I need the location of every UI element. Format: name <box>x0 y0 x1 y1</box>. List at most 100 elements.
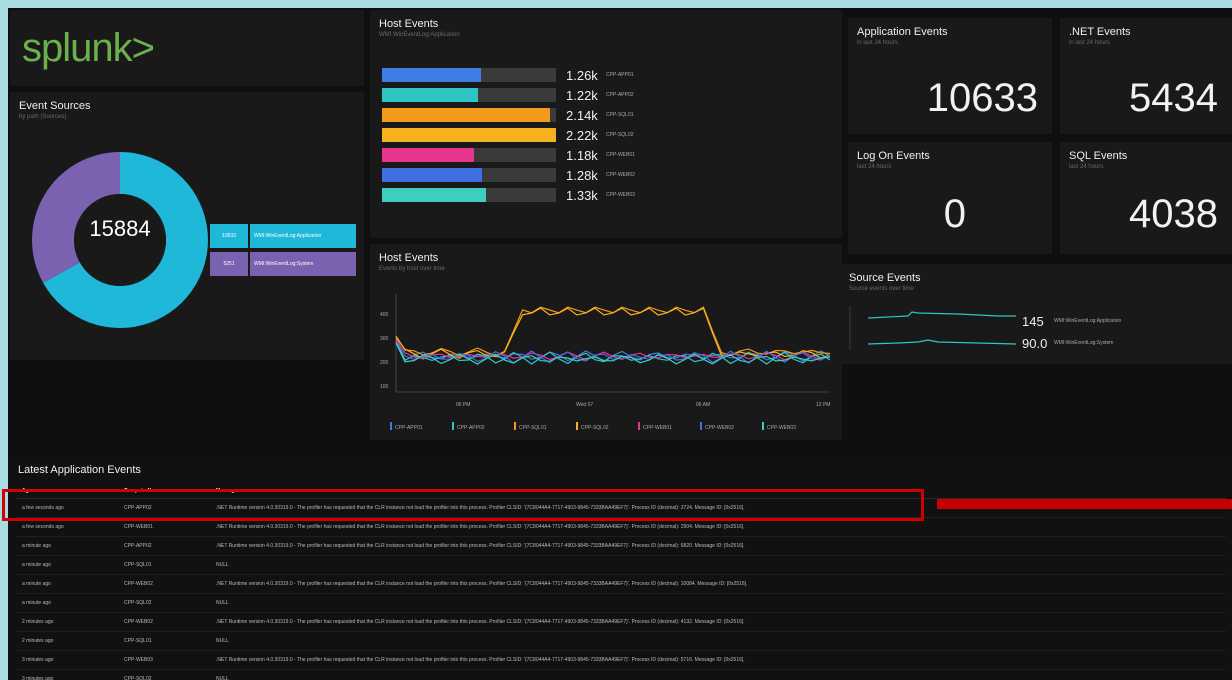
y-tick-label: 100 <box>380 384 389 390</box>
host-events-bar-panel: Host Events WMI WinEventLog:Application … <box>370 10 842 238</box>
cell-message: .NET Runtime version 4.0.30319.0 - The p… <box>210 612 1226 632</box>
legend-label[interactable]: CPP-WEB02 <box>705 425 734 431</box>
table-row[interactable]: a minute ago CPP-SQL01 NULL <box>16 555 1226 575</box>
x-tick-label: 06 PM <box>456 402 470 408</box>
host-bar <box>382 108 550 122</box>
legend-swatch <box>638 422 640 430</box>
x-tick-label: Wed 07 <box>576 402 593 408</box>
legend-swatch <box>452 422 454 430</box>
legend-swatch <box>576 422 578 430</box>
legend-label[interactable]: CPP-SQL01 <box>519 425 547 431</box>
dotnet-events-panel: .NET Events in last 24 hours 5434 <box>1060 18 1232 134</box>
host-bar-host: CPP-WEB02 <box>606 172 635 178</box>
y-tick-label: 400 <box>380 312 389 318</box>
cell-message: .NET Runtime version 4.0.30319.0 - The p… <box>210 574 1226 594</box>
source-events-title: Source Events <box>849 272 921 284</box>
sparkline-application <box>867 311 1016 319</box>
dotnet-events-count: 5434 <box>1129 76 1218 120</box>
legend-label[interactable]: CPP-WEB01 <box>643 425 672 431</box>
cell-ago: a minute ago <box>16 574 118 594</box>
host-bar <box>382 148 475 162</box>
host-bar-row[interactable]: 1.33k CPP-WEB03 <box>382 188 832 204</box>
dashboard: splunk> Event Sources by path (Sources) … <box>8 8 1232 680</box>
legend-label: WMI:WinEventLog:System <box>250 252 356 276</box>
logon-events-count: 0 <box>943 192 966 236</box>
host-bar-value: 2.22k <box>566 128 598 143</box>
source-events-value-application: 145 <box>1022 314 1044 329</box>
x-tick-label: 06 AM <box>696 402 710 408</box>
splunk-logo-panel: splunk> <box>10 10 364 86</box>
cell-ago: a minute ago <box>16 536 118 556</box>
host-bar <box>382 128 556 142</box>
host-events-subtitle: WMI WinEventLog:Application <box>379 32 460 38</box>
host-bar-host: CPP-WEB03 <box>606 192 635 198</box>
host-bar-row[interactable]: 2.14k CPP-SQL01 <box>382 108 832 124</box>
host-series-line[interactable] <box>395 306 831 357</box>
host-bar-value: 1.28k <box>566 168 598 183</box>
cell-computername: CPP-WEB02 <box>118 574 210 594</box>
table-row[interactable]: 3 minutes ago CPP-WEB03 .NET Runtime versi… <box>16 650 1226 670</box>
host-bar <box>382 68 481 82</box>
host-bar-row[interactable]: 1.28k CPP-WEB02 <box>382 168 832 184</box>
host-series-line[interactable] <box>395 340 831 364</box>
host-bar-value: 1.26k <box>566 68 598 83</box>
table-row[interactable]: 3 minutes ago CPP-SQL02 NULL <box>16 669 1226 680</box>
y-tick-label: 200 <box>380 360 389 366</box>
host-bar-track <box>382 128 556 142</box>
cell-message: .NET Runtime version 4.0.30319.0 - The p… <box>210 536 1226 556</box>
host-bar-value: 1.18k <box>566 148 598 163</box>
legend-label[interactable]: CPP-SQL02 <box>581 425 609 431</box>
legend-swatch <box>514 422 516 430</box>
cell-computername: CPP-WEB02 <box>118 612 210 632</box>
host-events-title: Host Events <box>379 18 439 30</box>
source-events-subtitle: Source events over time <box>849 286 914 292</box>
cell-computername: CPP-APP02 <box>118 536 210 556</box>
donut-legend-item-system[interactable]: 5251 WMI:WinEventLog:System <box>210 252 356 276</box>
event-sources-panel: Event Sources by path (Sources) 15884 10… <box>10 92 364 360</box>
host-bar <box>382 168 483 182</box>
highlight-arrow-line <box>937 499 1232 509</box>
donut-legend-item-application[interactable]: 10633 WMI:WinEventLog:Application <box>210 224 356 248</box>
host-bar-host: CPP-SQL02 <box>606 132 634 138</box>
host-bar-value: 2.14k <box>566 108 598 123</box>
cell-ago: 2 minutes ago <box>16 612 118 632</box>
dotnet-events-subtitle: in last 24 hours <box>1069 40 1110 46</box>
table-row[interactable]: a minute ago CPP-WEB02 .NET Runtime versio… <box>16 574 1226 594</box>
table-row[interactable]: 2 minutes ago CPP-WEB02 .NET Runtime versi… <box>16 612 1226 632</box>
cell-computername: CPP-SQL01 <box>118 631 210 651</box>
legend-label[interactable]: CPP-WEB03 <box>767 425 796 431</box>
cell-ago: 3 minutes ago <box>16 669 118 680</box>
host-bar-track <box>382 108 556 122</box>
application-events-subtitle: in last 24 hours <box>857 40 898 46</box>
host-bar-track <box>382 68 556 82</box>
host-series-line[interactable] <box>395 339 831 362</box>
dotnet-events-title: .NET Events <box>1069 26 1131 38</box>
host-bar-row[interactable]: 1.22k CPP-APP02 <box>382 88 832 104</box>
cell-message: NULL <box>210 631 1226 651</box>
host-events-line-chart[interactable]: 400 300 200 100 06 PM Wed 07 06 AM 12 PM CPP-APP… <box>370 244 842 440</box>
sql-events-title: SQL Events <box>1069 150 1128 162</box>
host-bar-track <box>382 88 556 102</box>
sql-events-subtitle: last 24 hours <box>1069 164 1104 170</box>
table-row[interactable]: a minute ago CPP-APP02 .NET Runtime versio… <box>16 536 1226 556</box>
cell-computername: CPP-SQL02 <box>118 669 210 680</box>
host-bar-row[interactable]: 2.22k CPP-SQL02 <box>382 128 832 144</box>
source-events-sparklines[interactable] <box>848 300 1018 360</box>
host-bar-row[interactable]: 1.18k CPP-WEB01 <box>382 148 832 164</box>
legend-swatch <box>390 422 392 430</box>
cell-message: .NET Runtime version 4.0.30319.0 - The p… <box>210 650 1226 670</box>
host-bar-value: 1.22k <box>566 88 598 103</box>
legend-label[interactable]: CPP-APP02 <box>457 425 485 431</box>
host-bar-host: CPP-APP01 <box>606 72 634 78</box>
y-tick-label: 300 <box>380 336 389 342</box>
host-bar-row[interactable]: 1.26k CPP-APP01 <box>382 68 832 84</box>
host-series-line[interactable] <box>395 307 831 360</box>
table-row[interactable]: a minute ago CPP-SQL02 NULL <box>16 593 1226 613</box>
highlight-box <box>2 489 924 521</box>
event-sources-title: Event Sources <box>19 100 91 112</box>
table-row[interactable]: 2 minutes ago CPP-SQL01 NULL <box>16 631 1226 651</box>
legend-label[interactable]: CPP-APP01 <box>395 425 423 431</box>
cell-message: NULL <box>210 593 1226 613</box>
application-events-count: 10633 <box>926 76 1038 120</box>
host-bar-track <box>382 168 556 182</box>
